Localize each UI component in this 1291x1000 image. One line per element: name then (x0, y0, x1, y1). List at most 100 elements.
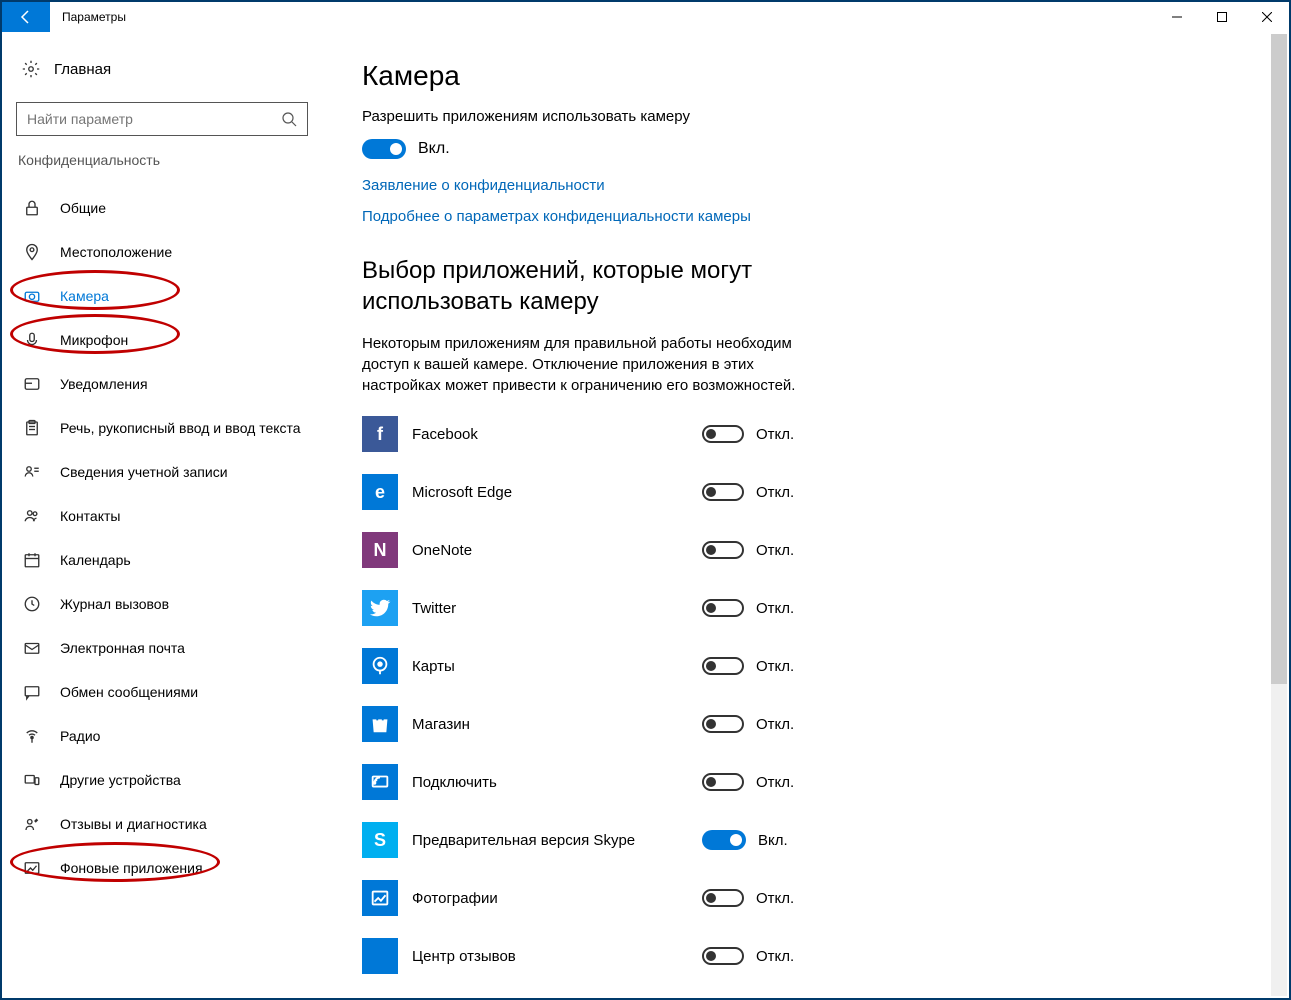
sidebar-item-label: Обмен сообщениями (60, 684, 198, 700)
background-icon (22, 858, 42, 878)
app-icon: f (362, 416, 398, 452)
sidebar-item-label: Радио (60, 728, 100, 744)
microphone-icon (22, 330, 42, 350)
app-row: f Facebook Откл. (362, 416, 1249, 452)
app-icon: S (362, 822, 398, 858)
camera-icon (22, 286, 42, 306)
app-name: Карты (412, 658, 702, 675)
sidebar-item-label: Общие (60, 200, 106, 216)
toggle-label: Вкл. (418, 140, 450, 158)
sidebar-item-notifications[interactable]: Уведомления (16, 362, 308, 406)
sidebar-item-label: Сведения учетной записи (60, 464, 228, 480)
app-name: Facebook (412, 426, 702, 443)
message-icon (22, 682, 42, 702)
sidebar-item-label: Речь, рукописный ввод и ввод текста (60, 420, 301, 436)
search-icon (281, 111, 297, 127)
app-row: КартыОткл. (362, 648, 1249, 684)
contacts-icon (22, 506, 42, 526)
close-button[interactable] (1244, 2, 1289, 32)
main-toggle[interactable] (362, 139, 406, 159)
app-icon (362, 590, 398, 626)
sidebar-item-camera[interactable]: Камера (16, 274, 308, 318)
window-title: Параметры (50, 10, 126, 24)
sidebar-item-label: Электронная почта (60, 640, 185, 656)
sidebar-item-label: Уведомления (60, 376, 148, 392)
app-toggle[interactable] (702, 657, 744, 675)
app-toggle-label: Откл. (756, 426, 794, 443)
app-icon (362, 880, 398, 916)
app-row: eMicrosoft EdgeОткл. (362, 474, 1249, 510)
app-toggle-label: Откл. (756, 948, 794, 965)
app-toggle-label: Откл. (756, 600, 794, 617)
app-row: Магазин Откл. (362, 706, 1249, 742)
sidebar-item-messaging[interactable]: Обмен сообщениями (16, 670, 308, 714)
scrollbar[interactable] (1271, 34, 1287, 996)
app-icon (362, 938, 398, 974)
sidebar-item-label: Контакты (60, 508, 120, 524)
sidebar-item-email[interactable]: Электронная почта (16, 626, 308, 670)
sidebar-item-contacts[interactable]: Контакты (16, 494, 308, 538)
history-icon (22, 594, 42, 614)
scrollbar-thumb[interactable] (1271, 34, 1287, 684)
app-toggle-label: Откл. (756, 716, 794, 733)
app-name: OneNote (412, 542, 702, 559)
app-toggle[interactable] (702, 425, 744, 443)
search-input[interactable] (27, 111, 257, 127)
app-toggle-label: Откл. (756, 542, 794, 559)
sidebar-item-label: Фоновые приложения (60, 860, 203, 876)
allow-text: Разрешить приложениям использовать камер… (362, 108, 1249, 125)
sidebar-item-label: Камера (60, 288, 109, 304)
minimize-button[interactable] (1154, 2, 1199, 32)
privacy-link[interactable]: Заявление о конфиденциальности (362, 177, 1249, 194)
app-toggle[interactable] (702, 830, 746, 850)
choose-heading: Выбор приложений, которые могут использо… (362, 255, 802, 317)
app-toggle[interactable] (702, 773, 744, 791)
app-toggle-label: Откл. (756, 774, 794, 791)
app-name: Магазин (412, 716, 702, 733)
app-toggle[interactable] (702, 889, 744, 907)
devices-icon (22, 770, 42, 790)
sidebar-item-location[interactable]: Местоположение (16, 230, 308, 274)
sidebar-item-microphone[interactable]: Микрофон (16, 318, 308, 362)
gear-icon (22, 60, 40, 78)
sidebar-item-account[interactable]: Сведения учетной записи (16, 450, 308, 494)
sidebar: Главная Конфиденциальность Общие Местопо… (2, 32, 322, 998)
app-row: Twitter Откл. (362, 590, 1249, 626)
sidebar-item-feedback[interactable]: Отзывы и диагностика (16, 802, 308, 846)
app-toggle[interactable] (702, 947, 744, 965)
sidebar-item-calendar[interactable]: Календарь (16, 538, 308, 582)
app-icon: N (362, 532, 398, 568)
sidebar-item-label: Календарь (60, 552, 131, 568)
search-box[interactable] (16, 102, 308, 136)
app-toggle[interactable] (702, 599, 744, 617)
app-toggle[interactable] (702, 715, 744, 733)
more-link[interactable]: Подробнее о параметрах конфиденциальност… (362, 208, 1249, 225)
sidebar-item-otherdevices[interactable]: Другие устройства (16, 758, 308, 802)
window-controls (1154, 2, 1289, 32)
app-name: Подключить (412, 774, 702, 791)
sidebar-item-callhistory[interactable]: Журнал вызовов (16, 582, 308, 626)
app-icon (362, 706, 398, 742)
app-toggle[interactable] (702, 483, 744, 501)
app-name: Предварительная версия Skype (412, 832, 702, 849)
home-button[interactable]: Главная (16, 52, 308, 86)
radio-icon (22, 726, 42, 746)
calendar-icon (22, 550, 42, 570)
app-toggle-label: Откл. (756, 890, 794, 907)
lock-icon (22, 198, 42, 218)
app-toggle[interactable] (702, 541, 744, 559)
app-row: SПредварительная версия SkypeВкл. (362, 822, 1249, 858)
sidebar-item-general[interactable]: Общие (16, 186, 308, 230)
content-area: Камера Разрешить приложениям использоват… (322, 32, 1289, 998)
sidebar-item-speech[interactable]: Речь, рукописный ввод и ввод текста (16, 406, 308, 450)
sidebar-item-backgroundapps[interactable]: Фоновые приложения (16, 846, 308, 890)
choose-desc: Некоторым приложениям для правильной раб… (362, 333, 802, 396)
page-title: Камера (362, 60, 1249, 92)
maximize-button[interactable] (1199, 2, 1244, 32)
sidebar-item-label: Отзывы и диагностика (60, 816, 207, 832)
sidebar-item-label: Микрофон (60, 332, 128, 348)
back-button[interactable] (2, 2, 50, 32)
sidebar-item-radio[interactable]: Радио (16, 714, 308, 758)
sidebar-item-label: Журнал вызовов (60, 596, 169, 612)
app-name: Twitter (412, 600, 702, 617)
